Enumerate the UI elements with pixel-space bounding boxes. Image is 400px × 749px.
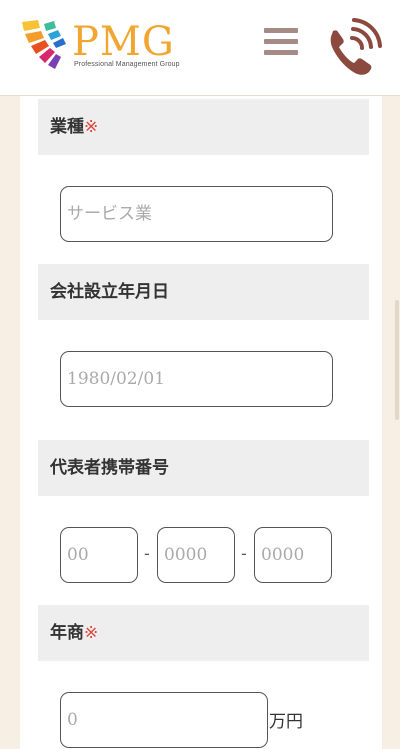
- industry-input[interactable]: [60, 186, 333, 242]
- industry-label: 業種※: [38, 99, 369, 155]
- required-mark: ※: [84, 623, 99, 643]
- pmg-logo[interactable]: PMG Professional Management Group: [20, 18, 190, 74]
- founded-date-input[interactable]: [60, 351, 333, 407]
- phone-icon[interactable]: [322, 18, 384, 78]
- phone-separator: -: [144, 544, 150, 563]
- logo-fan-icon: [22, 20, 66, 69]
- hamburger-icon[interactable]: [264, 28, 298, 58]
- phone-glyph: [330, 18, 382, 75]
- founded-date-label: 会社設立年月日: [38, 264, 369, 320]
- annual-revenue-label: 年商※: [38, 605, 369, 661]
- phone-part2-input[interactable]: [157, 527, 235, 583]
- annual-revenue-input[interactable]: [60, 692, 268, 748]
- scrollbar[interactable]: [395, 300, 399, 420]
- required-mark: ※: [84, 117, 99, 137]
- phone-part1-input[interactable]: [60, 527, 138, 583]
- logo-subtitle: Professional Management Group: [74, 61, 180, 68]
- form-content: 業種※ 会社設立年月日 代表者携帯番号 - - 年商※ 万円: [20, 96, 382, 749]
- site-header: PMG Professional Management Group: [0, 0, 400, 96]
- phone-separator: -: [241, 544, 247, 563]
- representative-phone-label: 代表者携帯番号: [38, 440, 369, 496]
- revenue-unit: 万円: [269, 712, 303, 732]
- phone-part3-input[interactable]: [254, 527, 332, 583]
- logo-wordmark: PMG: [72, 19, 175, 65]
